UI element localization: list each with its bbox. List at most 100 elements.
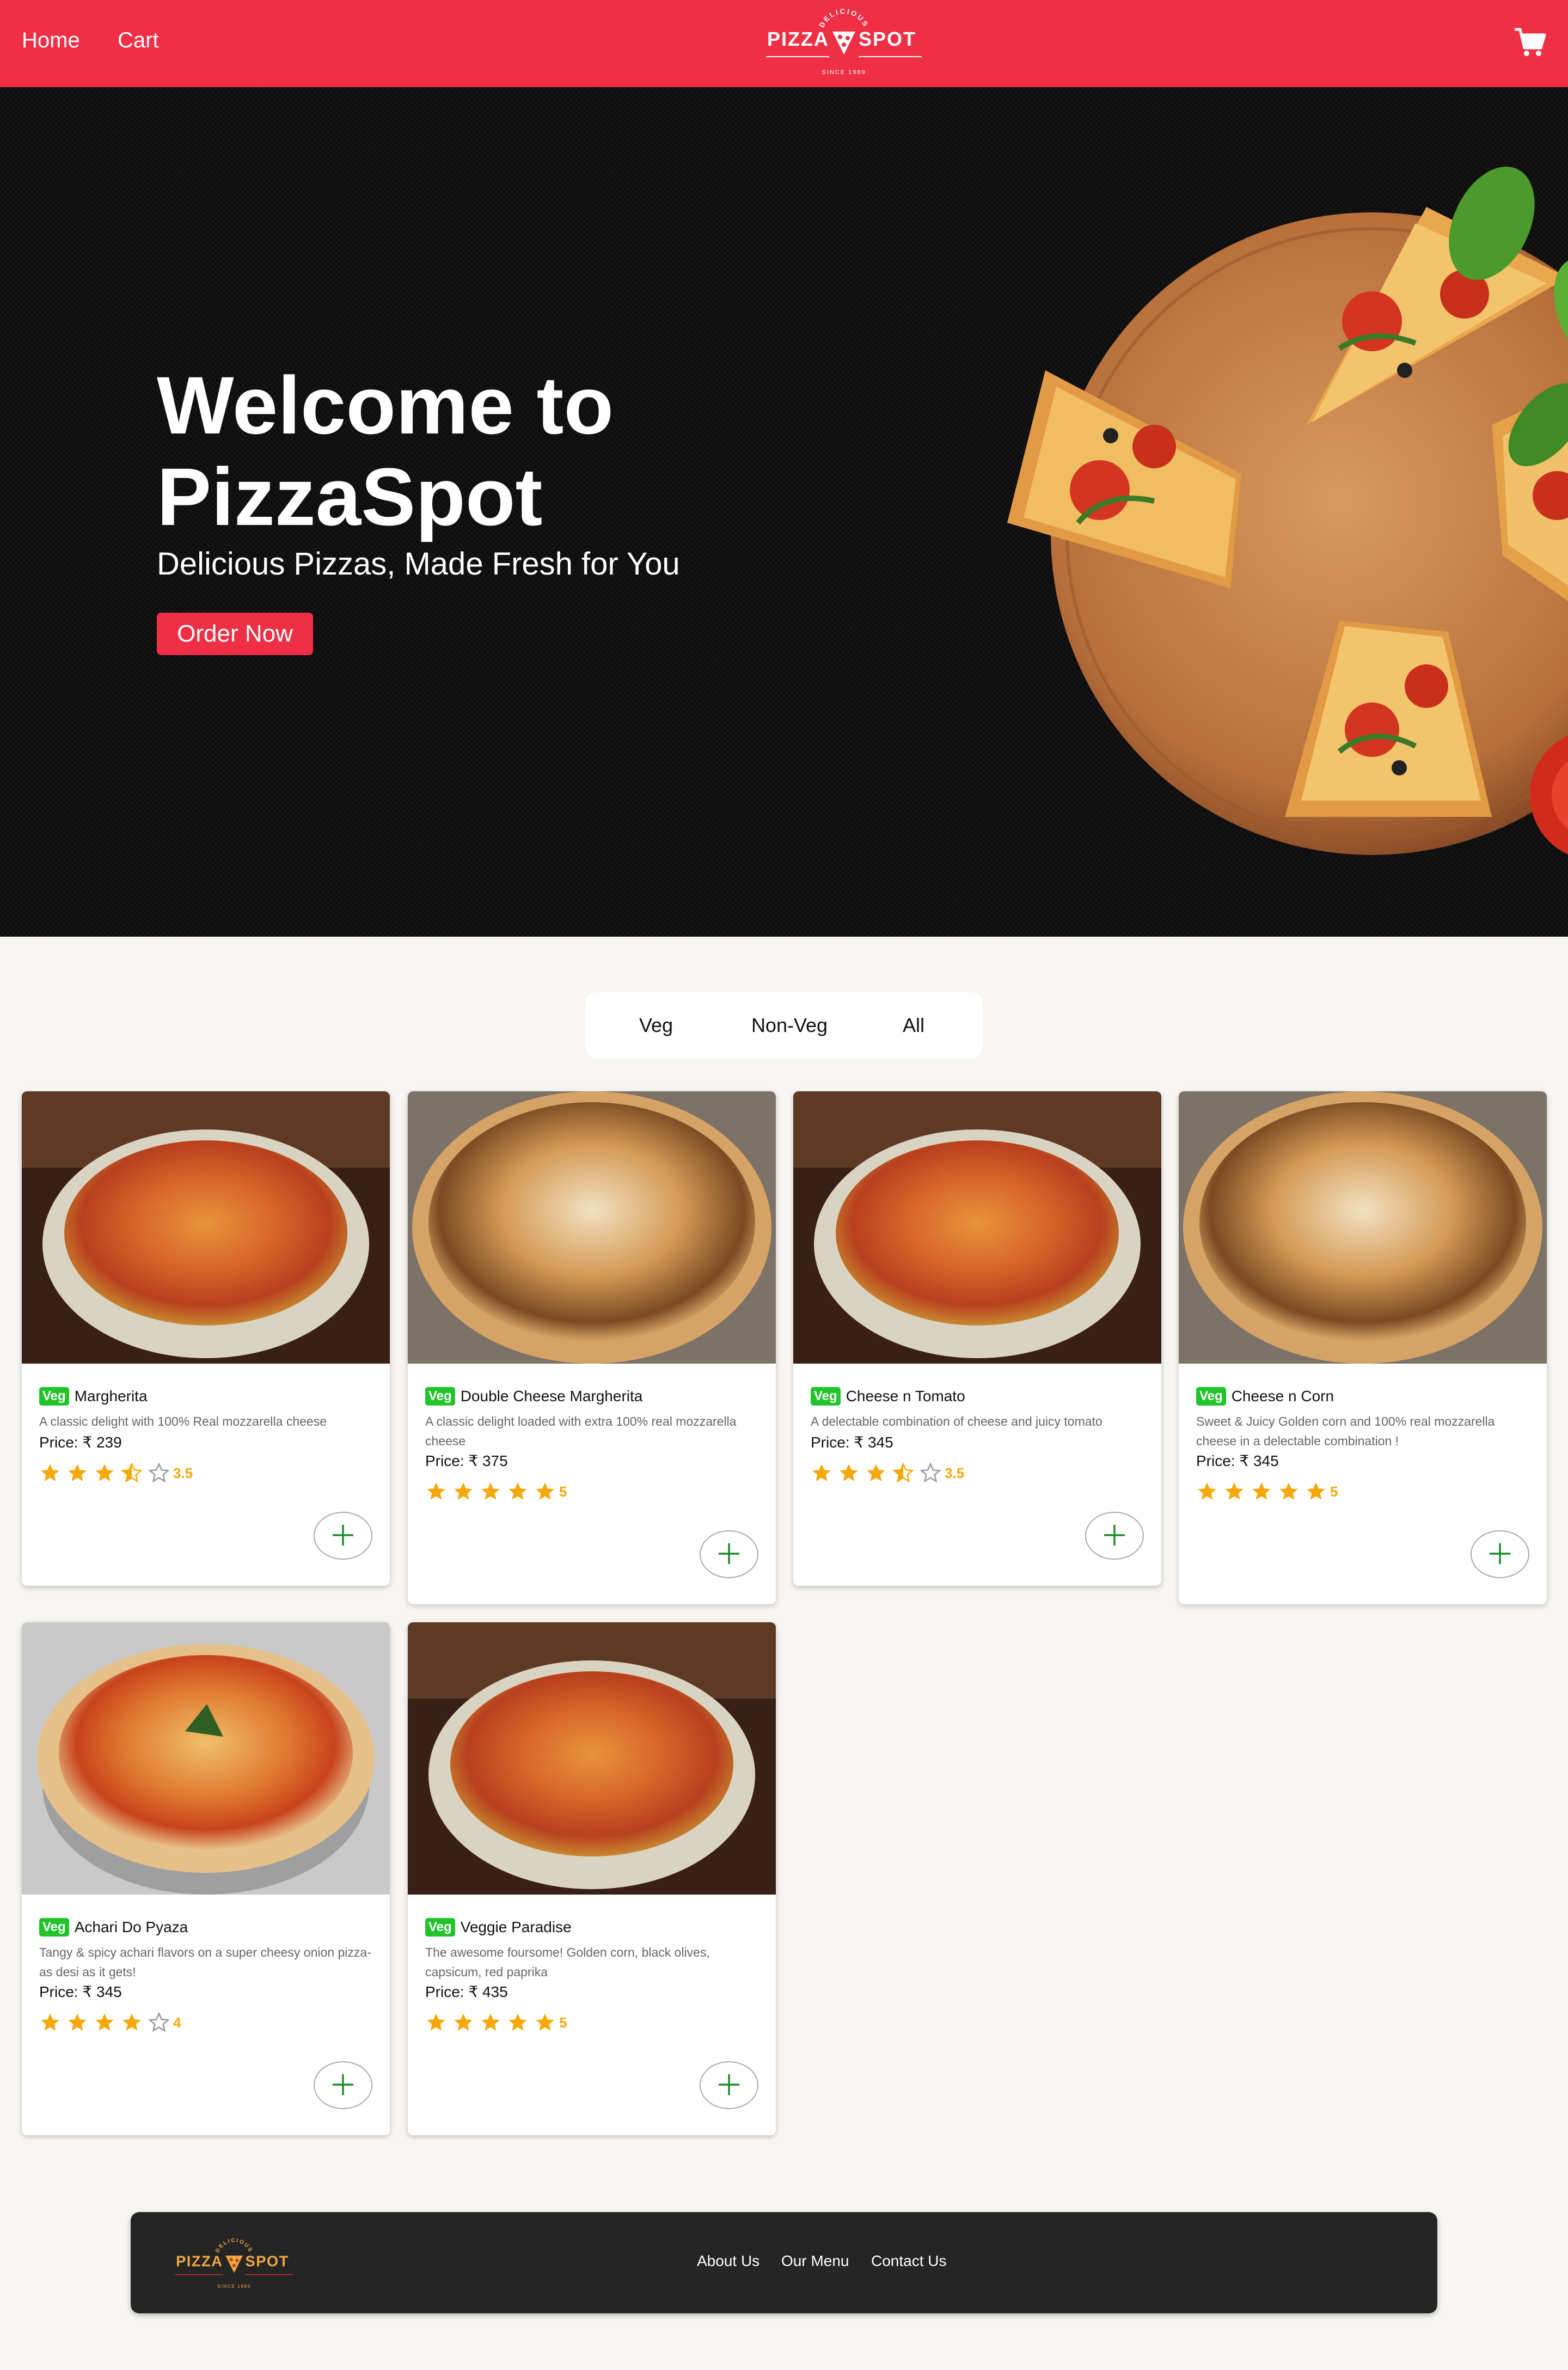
star-icon (121, 1462, 143, 1484)
add-to-cart-button[interactable] (1471, 1530, 1529, 1578)
star-icon (811, 1462, 832, 1484)
product-header: Veg Double Cheese Margherita (425, 1385, 642, 1407)
rating-value: 4 (173, 2014, 181, 2031)
product-description: A classic delight loaded with extra 100%… (425, 1414, 737, 1448)
product-rating: 4 (39, 2011, 181, 2034)
star-icon (39, 1462, 61, 1484)
product-name: Achari Do Pyaza (74, 1919, 188, 1935)
hero-section: Welcome to PizzaSpot Delicious Pizzas, M… (0, 87, 1568, 937)
rating-value: 5 (559, 1483, 567, 1500)
veg-badge: Veg (425, 1387, 455, 1406)
filter-non-veg[interactable]: Non-Veg (749, 1009, 830, 1042)
svg-text:DELICIOUS: DELICIOUS (215, 2238, 254, 2254)
star-icon (1196, 1481, 1218, 1502)
product-header: Veg Veggie Paradise (425, 1916, 572, 1938)
star-icon (507, 2012, 529, 2033)
product-card: Veg Veggie Paradise The awesome foursome… (408, 1622, 776, 2135)
star-icon (452, 2012, 474, 2033)
product-image (408, 1091, 776, 1364)
footer-link-about[interactable]: About Us (697, 2252, 759, 2270)
product-description: The awesome foursome! Golden corn, black… (425, 1945, 710, 1979)
star-icon (865, 1462, 887, 1484)
footer-link-contact[interactable]: Contact Us (871, 2252, 947, 2270)
star-icon (892, 1462, 914, 1484)
product-name: Veggie Paradise (460, 1919, 572, 1935)
rating-value: 3.5 (173, 1464, 193, 1481)
product-image (408, 1622, 776, 1895)
star-icon (452, 1481, 474, 1502)
product-image (793, 1091, 1161, 1364)
product-card: Veg Achari Do Pyaza Tangy & spicy achari… (22, 1622, 390, 2135)
star-icon (1223, 1481, 1245, 1502)
product-rating: 3.5 (811, 1462, 964, 1485)
pizzaspot-logo[interactable]: DELICIOUS PIZZA SPOT SINCE 1989 (765, 4, 923, 81)
category-filter: Veg Non-Veg All (585, 992, 983, 1059)
footer-logo[interactable]: DELICIOUS PIZZA SPOT SINCE 1989 (174, 2234, 294, 2294)
add-to-cart-button[interactable] (1085, 1512, 1144, 1560)
footer-logo-top-text: DELICIOUS (215, 2238, 253, 2254)
logo-spot-text: SPOT (859, 28, 916, 50)
product-card: Veg Margherita A classic delight with 10… (22, 1091, 390, 1586)
footer-link-menu[interactable]: Our Menu (781, 2252, 849, 2270)
product-description: A delectable combination of cheese and j… (811, 1414, 1102, 1428)
star-icon (1278, 1481, 1300, 1502)
plus-icon (332, 2074, 354, 2095)
add-to-cart-button[interactable] (314, 1512, 372, 1560)
hero-subtitle: Delicious Pizzas, Made Fresh for You (157, 546, 680, 582)
rating-value: 3.5 (945, 1464, 965, 1481)
product-price: Price: ₹ 345 (39, 1983, 122, 2000)
add-to-cart-button[interactable] (314, 2061, 372, 2109)
star-icon (66, 1462, 88, 1484)
rating-value: 5 (559, 2014, 567, 2031)
product-rating: 5 (425, 1480, 567, 1503)
product-name: Cheese n Corn (1231, 1388, 1334, 1404)
footer-logo-pizza-text: PIZZA (176, 2253, 223, 2270)
add-to-cart-button[interactable] (700, 1530, 758, 1578)
hero-title: Welcome to PizzaSpot (157, 359, 614, 542)
product-description: A classic delight with 100% Real mozzare… (39, 1414, 327, 1428)
logo-top-text: DELICIOUS (817, 7, 868, 29)
star-icon (94, 2012, 115, 2033)
star-icon (920, 1462, 941, 1484)
plus-icon (1104, 1524, 1125, 1546)
veg-badge: Veg (39, 1918, 69, 1937)
star-icon (39, 2012, 61, 2033)
nav-home-link[interactable]: Home (22, 28, 80, 53)
navbar: Home Cart DELICIOUS PIZZA SPOT SINCE 198… (0, 0, 1568, 87)
star-icon (534, 1481, 556, 1502)
star-icon (66, 2012, 88, 2033)
veg-badge: Veg (1196, 1387, 1226, 1406)
footer: DELICIOUS PIZZA SPOT SINCE 1989 About Us… (131, 2212, 1437, 2313)
product-card: Veg Cheese n Tomato A delectable combina… (793, 1091, 1161, 1586)
star-icon (480, 2012, 501, 2033)
order-now-button[interactable]: Order Now (157, 613, 313, 655)
star-icon (148, 2012, 170, 2033)
product-price: Price: ₹ 345 (811, 1434, 893, 1451)
footer-logo-bottom-text: SINCE 1989 (217, 2283, 250, 2289)
rating-value: 5 (1330, 1483, 1338, 1500)
star-icon (838, 1462, 860, 1484)
logo-pizza-text: PIZZA (767, 28, 829, 50)
star-icon (94, 1462, 115, 1484)
filter-all[interactable]: All (895, 1009, 933, 1042)
footer-logo-spot-text: SPOT (245, 2253, 289, 2270)
product-rating: 5 (1196, 1480, 1338, 1503)
star-icon (1305, 1481, 1327, 1502)
product-name: Cheese n Tomato (846, 1388, 965, 1404)
product-description: Sweet & Juicy Golden corn and 100% real … (1196, 1414, 1495, 1448)
product-card: Veg Double Cheese Margherita A classic d… (408, 1091, 776, 1604)
hero-pizza-image (1007, 167, 1568, 855)
product-card: Veg Cheese n Corn Sweet & Juicy Golden c… (1179, 1091, 1547, 1604)
svg-text:DELICIOUS: DELICIOUS (817, 7, 870, 29)
product-header: Veg Cheese n Tomato (811, 1385, 965, 1407)
filter-veg[interactable]: Veg (629, 1009, 683, 1042)
product-price: Price: ₹ 345 (1196, 1452, 1279, 1469)
product-description: Tangy & spicy achari flavors on a super … (39, 1945, 371, 1979)
product-price: Price: ₹ 375 (425, 1452, 508, 1469)
star-icon (425, 2012, 447, 2033)
star-icon (148, 1462, 170, 1484)
nav-cart-link[interactable]: Cart (118, 28, 159, 53)
add-to-cart-button[interactable] (700, 2061, 758, 2109)
cart-icon[interactable] (1514, 27, 1546, 58)
product-image (1179, 1091, 1547, 1364)
